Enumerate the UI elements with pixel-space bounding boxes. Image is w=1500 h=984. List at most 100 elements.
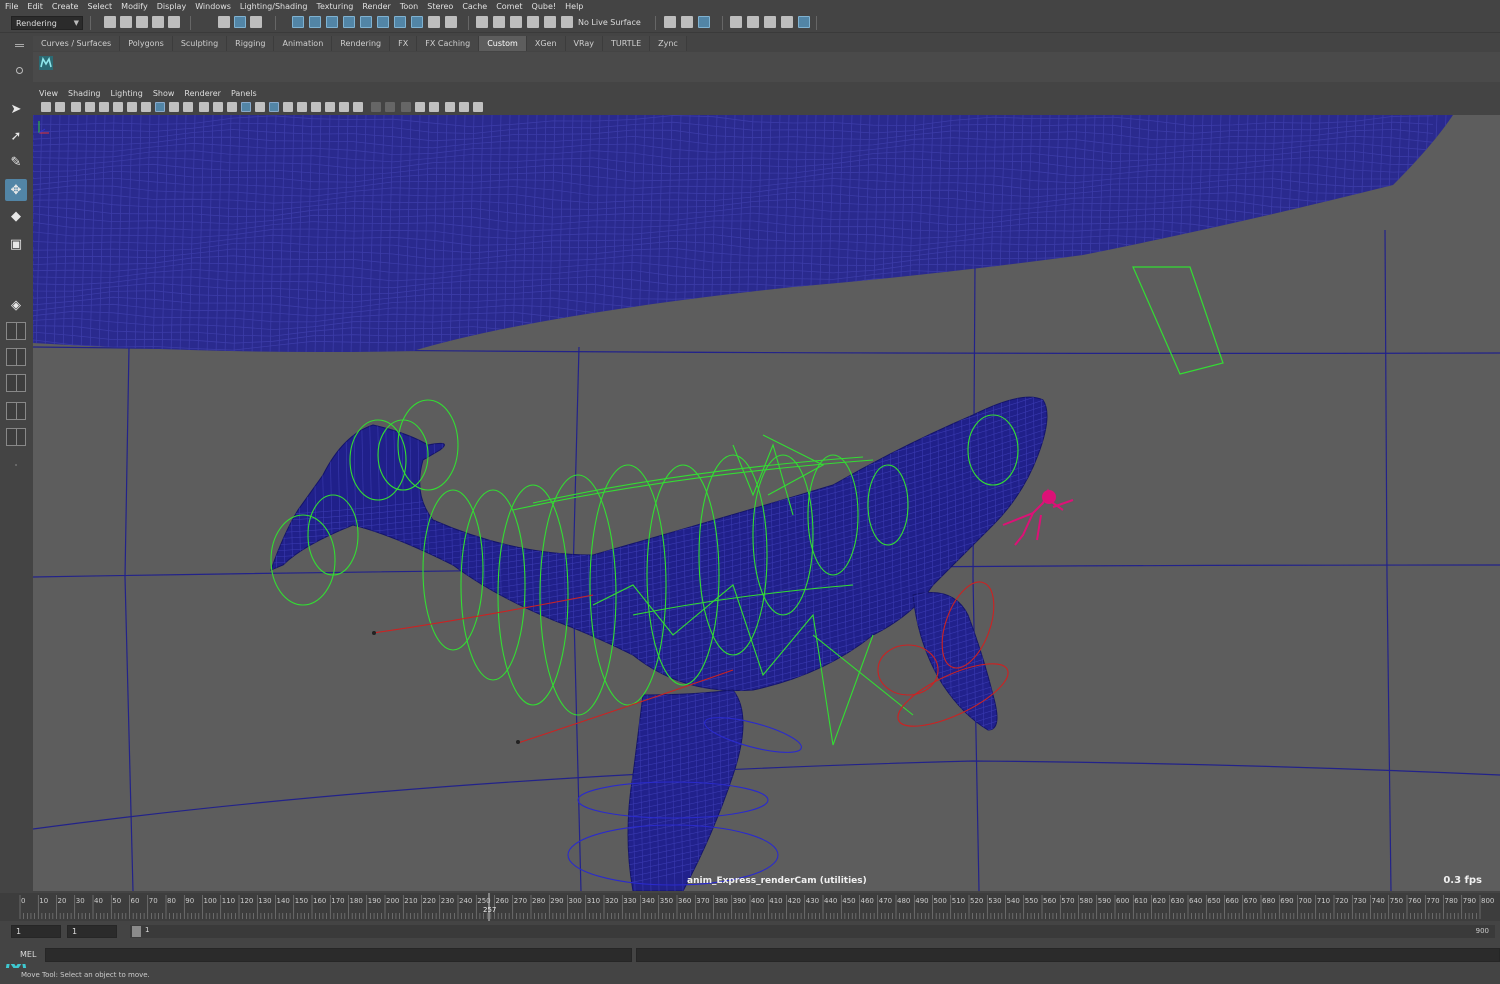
lasso-tool-icon[interactable]: ➚ <box>5 125 27 147</box>
panel-tool-icon[interactable] <box>169 102 179 112</box>
panel-tool-icon[interactable] <box>385 102 395 112</box>
panel-tool-icon[interactable] <box>127 102 137 112</box>
shelf-tab-fx-caching[interactable]: FX Caching <box>417 36 480 51</box>
menu-render[interactable]: Render <box>362 2 390 11</box>
paint-select-icon[interactable]: ✎ <box>5 151 27 173</box>
status-tool-icon[interactable] <box>120 16 132 28</box>
time-slider[interactable]: 0 10 20 30 40 50 60 70 80 90 100 110 120 130 140 150 160… <box>0 893 1500 921</box>
graph-layout-icon[interactable] <box>6 374 26 392</box>
panel-tool-icon[interactable] <box>213 102 223 112</box>
shelf-tab-curves-surfaces[interactable]: Curves / Surfaces <box>33 36 121 51</box>
maya-shelf-icon[interactable] <box>39 56 53 70</box>
status-tool-icon[interactable] <box>681 16 693 28</box>
two-pane-layout-icon[interactable] <box>6 348 26 366</box>
shelf-tab-polygons[interactable]: Polygons <box>120 36 173 51</box>
panel-tool-icon[interactable] <box>353 102 363 112</box>
last-tool-icon[interactable]: ◈ <box>5 294 27 316</box>
panel-tool-icon[interactable] <box>325 102 335 112</box>
panel-tool-icon[interactable] <box>459 102 469 112</box>
timeline-ticks[interactable]: 0 10 20 30 40 50 60 70 80 90 100 110 120 130 140 150 160… <box>0 893 1500 921</box>
status-tool-icon[interactable] <box>411 16 423 28</box>
start-time-field[interactable]: 1 <box>11 925 61 938</box>
panel-tool-icon[interactable] <box>71 102 81 112</box>
mel-label[interactable]: MEL <box>20 950 36 959</box>
menu-windows[interactable]: Windows <box>195 2 231 11</box>
panel-tool-icon[interactable] <box>99 102 109 112</box>
panel-tool-icon[interactable] <box>415 102 425 112</box>
menu-display[interactable]: Display <box>157 2 187 11</box>
menu-comet[interactable]: Comet <box>496 2 522 11</box>
status-tool-icon[interactable] <box>781 16 793 28</box>
panel-tool-icon[interactable] <box>429 102 439 112</box>
hypershade-layout-icon[interactable] <box>6 428 26 446</box>
status-tool-icon[interactable] <box>698 16 710 28</box>
panel-tool-icon[interactable] <box>255 102 265 112</box>
panel-tool-icon[interactable] <box>55 102 65 112</box>
menu-toon[interactable]: Toon <box>400 2 418 11</box>
menu-qube-[interactable]: Qube! <box>532 2 557 11</box>
menu-lighting-shading[interactable]: Lighting/Shading <box>240 2 308 11</box>
status-tool-icon[interactable] <box>428 16 440 28</box>
panel-tool-icon[interactable] <box>199 102 209 112</box>
panel-menu-lighting[interactable]: Lighting <box>110 89 142 98</box>
panel-tool-icon[interactable] <box>141 102 151 112</box>
menu-stereo[interactable]: Stereo <box>427 2 453 11</box>
status-tool-icon[interactable] <box>561 16 573 28</box>
mel-input[interactable] <box>45 948 632 962</box>
status-tool-icon[interactable] <box>250 16 262 28</box>
status-tool-icon[interactable] <box>798 16 810 28</box>
panel-tool-icon[interactable] <box>339 102 349 112</box>
panel-tool-icon[interactable] <box>113 102 123 112</box>
status-tool-icon[interactable] <box>747 16 759 28</box>
status-tool-icon[interactable] <box>152 16 164 28</box>
move-tool-icon[interactable]: ✥ <box>5 179 27 201</box>
range-slider[interactable]: 1 900 <box>130 925 1495 938</box>
panel-tool-icon[interactable] <box>227 102 237 112</box>
status-tool-icon[interactable] <box>394 16 406 28</box>
status-tool-icon[interactable] <box>476 16 488 28</box>
panel-tool-icon[interactable] <box>155 102 165 112</box>
panel-tool-icon[interactable] <box>241 102 251 112</box>
panel-menu-show[interactable]: Show <box>153 89 175 98</box>
panel-tool-icon[interactable] <box>269 102 279 112</box>
menu-file[interactable]: File <box>5 2 18 11</box>
panel-menu-renderer[interactable]: Renderer <box>184 89 221 98</box>
shelf-tab-sculpting[interactable]: Sculpting <box>172 36 228 51</box>
status-tool-icon[interactable] <box>309 16 321 28</box>
live-surface-label[interactable]: No Live Surface <box>578 18 641 27</box>
status-tool-icon[interactable] <box>234 16 246 28</box>
panel-tool-icon[interactable] <box>445 102 455 112</box>
status-tool-icon[interactable] <box>493 16 505 28</box>
status-tool-icon[interactable] <box>527 16 539 28</box>
status-tool-icon[interactable] <box>445 16 457 28</box>
panel-tool-icon[interactable] <box>41 102 51 112</box>
status-tool-icon[interactable] <box>377 16 389 28</box>
status-tool-icon[interactable] <box>343 16 355 28</box>
status-tool-icon[interactable] <box>510 16 522 28</box>
status-tool-icon[interactable] <box>764 16 776 28</box>
panel-tool-icon[interactable] <box>401 102 411 112</box>
shelf-tab-animation[interactable]: Animation <box>274 36 333 51</box>
status-tool-icon[interactable] <box>136 16 148 28</box>
shelf-tab-zync[interactable]: Zync <box>650 36 687 51</box>
scale-tool-icon[interactable]: ▣ <box>5 233 27 255</box>
layout-menu-icon[interactable]: · <box>5 454 27 476</box>
status-tool-icon[interactable] <box>104 16 116 28</box>
status-tool-icon[interactable] <box>664 16 676 28</box>
panel-tool-icon[interactable] <box>283 102 293 112</box>
menu-modify[interactable]: Modify <box>121 2 148 11</box>
perspective-viewport[interactable]: anim_Express_renderCam (utilities) 0.3 f… <box>33 115 1500 891</box>
shelf-toggle[interactable] <box>8 36 32 84</box>
panel-menu-view[interactable]: View <box>39 89 58 98</box>
select-tool-icon[interactable]: ➤ <box>5 98 27 120</box>
status-tool-icon[interactable] <box>218 16 230 28</box>
panel-tool-icon[interactable] <box>371 102 381 112</box>
panel-tool-icon[interactable] <box>473 102 483 112</box>
menu-texturing[interactable]: Texturing <box>316 2 353 11</box>
menu-cache[interactable]: Cache <box>462 2 487 11</box>
panel-tool-icon[interactable] <box>183 102 193 112</box>
status-tool-icon[interactable] <box>360 16 372 28</box>
menu-create[interactable]: Create <box>52 2 79 11</box>
status-tool-icon[interactable] <box>292 16 304 28</box>
status-tool-icon[interactable] <box>326 16 338 28</box>
